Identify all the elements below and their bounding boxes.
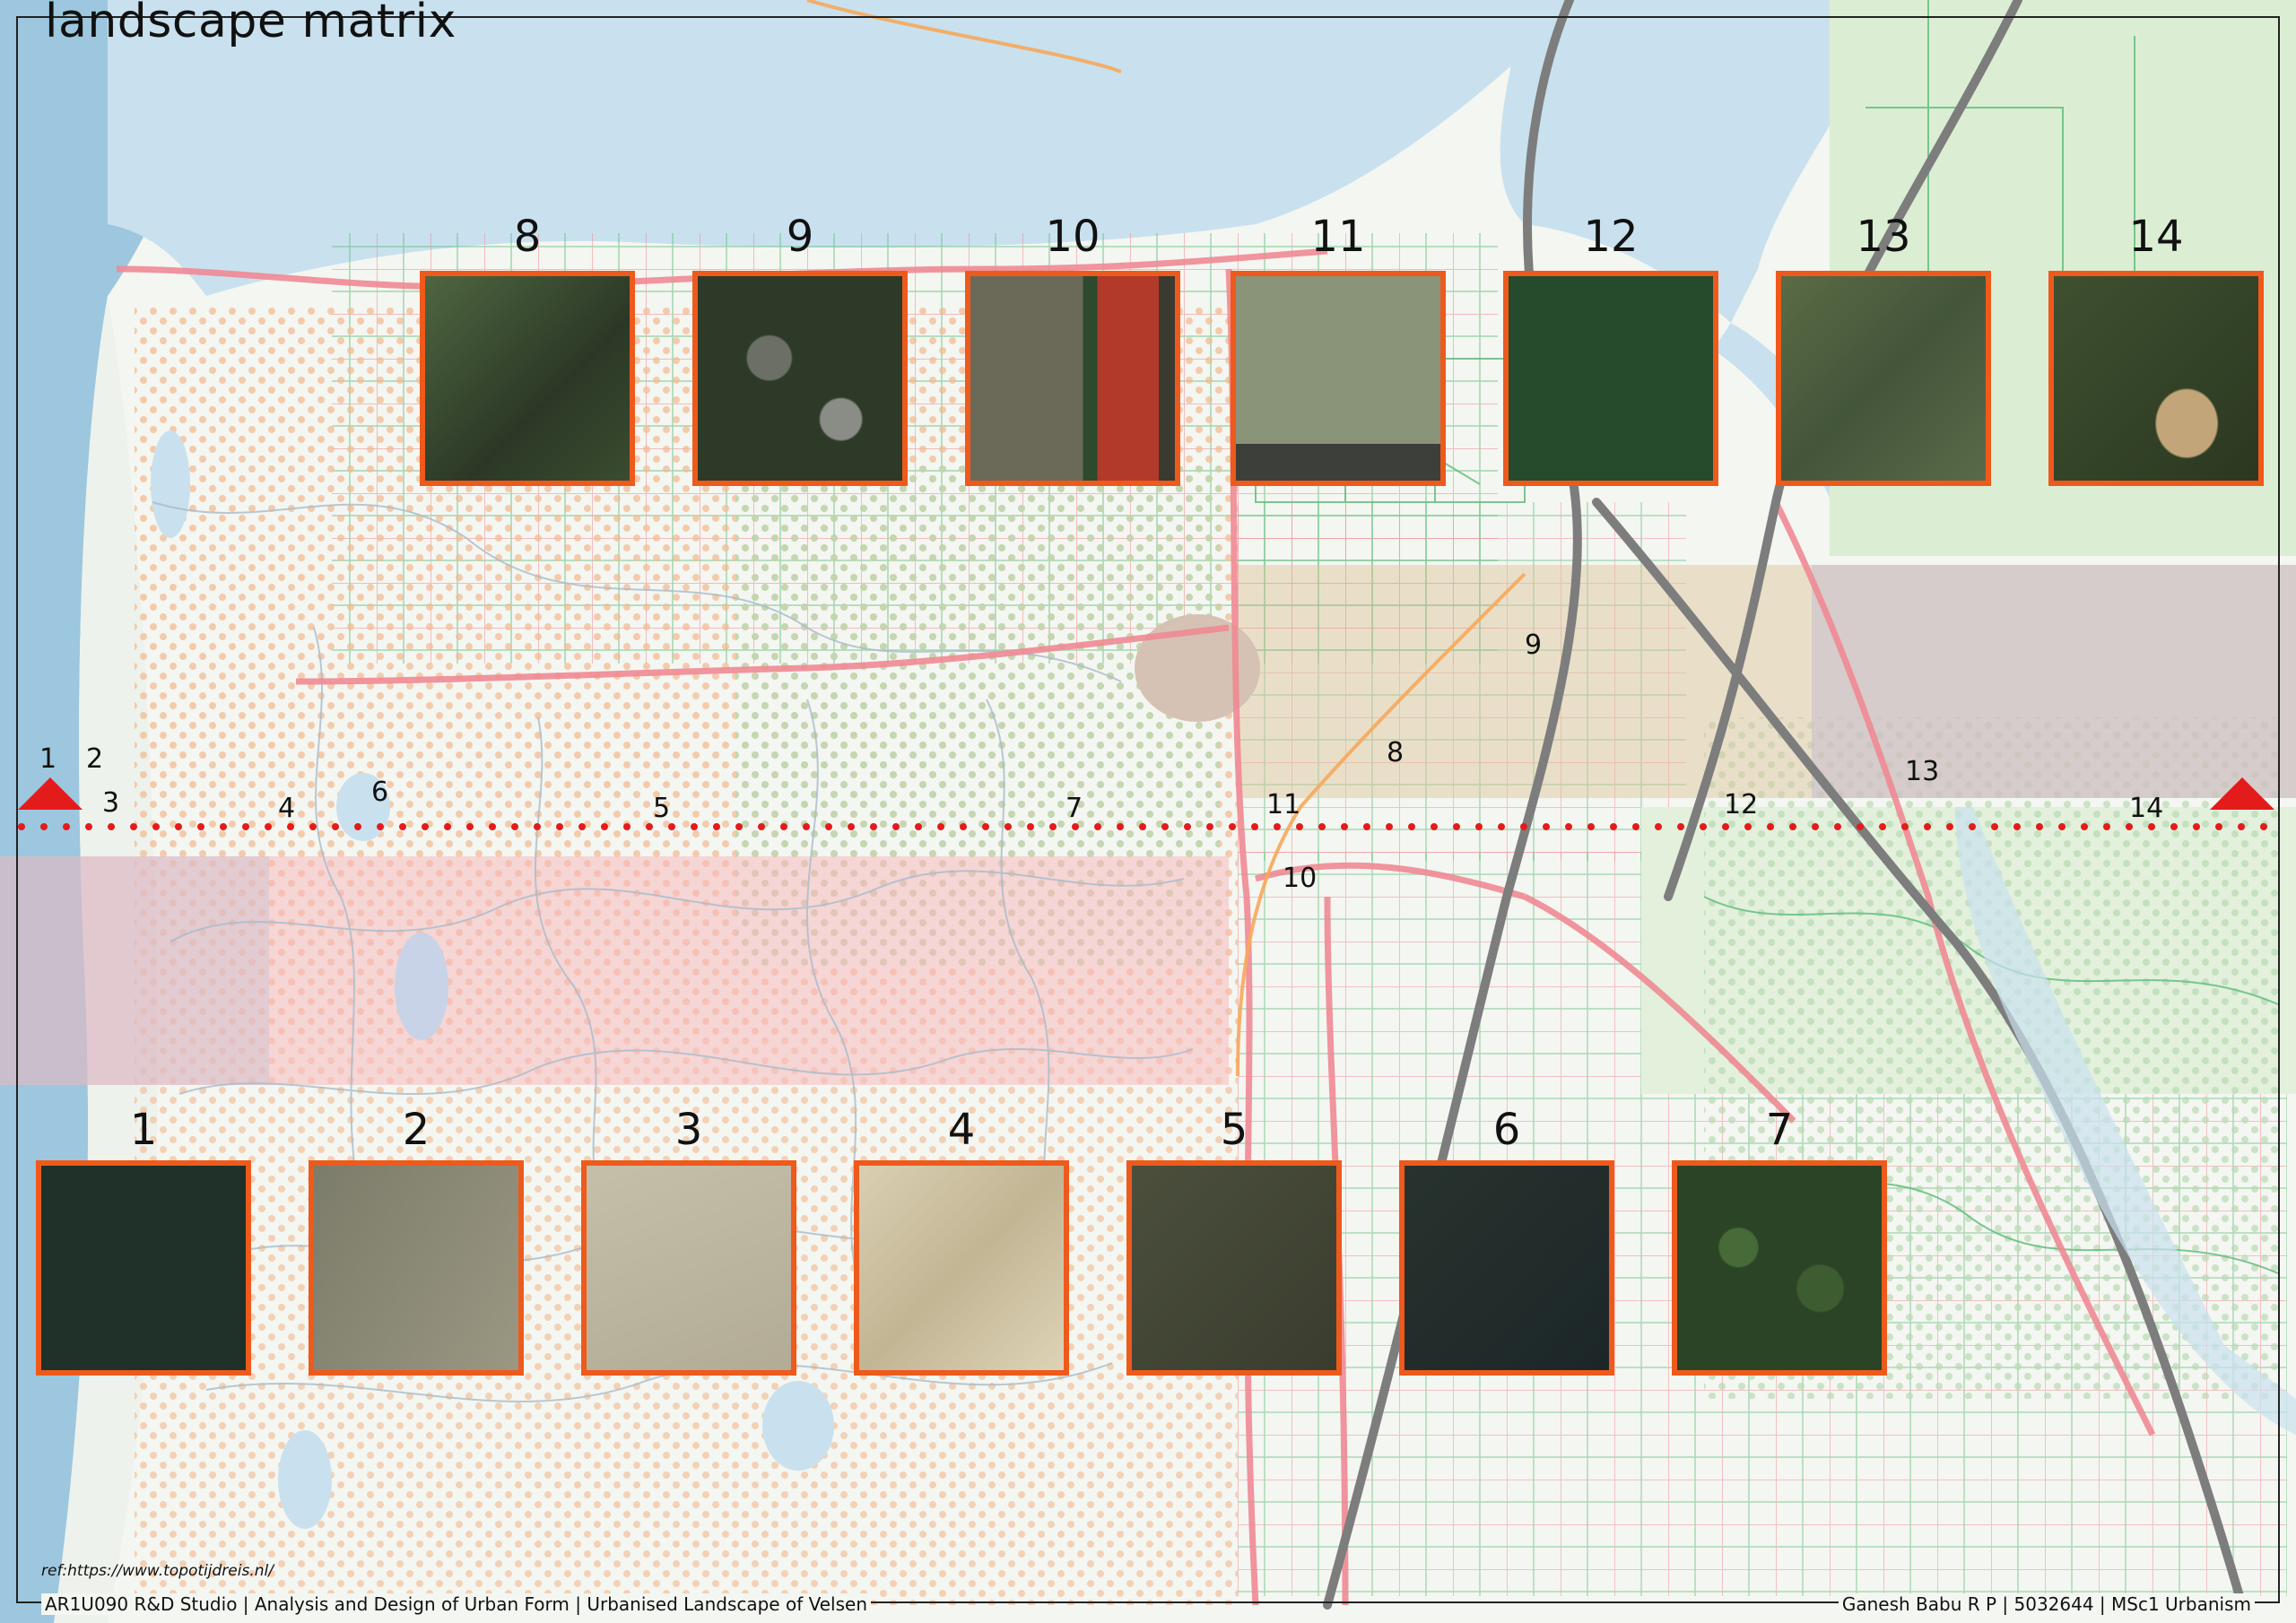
sample-image xyxy=(1399,1160,1614,1376)
sample-number: 8 xyxy=(513,212,542,262)
sample-number: 4 xyxy=(947,1105,976,1155)
sample-number: 11 xyxy=(1310,212,1366,262)
sample-image xyxy=(420,271,635,486)
sample-image xyxy=(1126,1160,1342,1376)
transect-label: 3 xyxy=(102,787,120,819)
sample-image xyxy=(2048,271,2264,486)
sample-number: 10 xyxy=(1045,212,1100,262)
sample-number: 14 xyxy=(2128,212,2184,262)
transect-label: 7 xyxy=(1065,793,1083,824)
transect-label: 8 xyxy=(1387,737,1405,768)
sample-number: 2 xyxy=(402,1105,430,1155)
sample-number: 12 xyxy=(1583,212,1639,262)
sample-image xyxy=(1776,271,1991,486)
sample-image xyxy=(965,271,1180,486)
page-title: landscape matrix xyxy=(45,0,457,48)
sample-image xyxy=(581,1160,796,1376)
transect-label: 11 xyxy=(1266,789,1301,820)
reference-source: ref:https://www.topotijdreis.nl/ xyxy=(41,1562,274,1580)
sample-image xyxy=(36,1160,251,1376)
footer-author-info: Ganesh Babu R P | 5032644 | MSc1 Urbanis… xyxy=(1838,1593,2255,1615)
transect-label: 13 xyxy=(1905,756,1940,787)
sample-number: 5 xyxy=(1220,1105,1248,1155)
transect-label: 5 xyxy=(653,793,671,824)
transect-end-marker-icon xyxy=(2210,777,2274,810)
transect-label: 6 xyxy=(371,777,389,808)
sample-number: 6 xyxy=(1492,1105,1521,1155)
transect-label: 9 xyxy=(1525,629,1543,661)
transect-label: 1 xyxy=(39,743,57,775)
footer-course-info: AR1U090 R&D Studio | Analysis and Design… xyxy=(41,1593,871,1615)
sample-image xyxy=(1672,1160,1887,1376)
sample-image xyxy=(854,1160,1069,1376)
sample-number: 9 xyxy=(786,212,814,262)
sample-image xyxy=(1231,271,1446,486)
transect-label: 12 xyxy=(1724,789,1759,820)
transect-label: 14 xyxy=(2129,793,2164,824)
transect-start-marker-icon xyxy=(18,777,83,810)
sample-number: 13 xyxy=(1856,212,1911,262)
sample-number: 1 xyxy=(129,1105,158,1155)
transect-label: 10 xyxy=(1283,863,1318,894)
sample-image xyxy=(309,1160,524,1376)
sample-number: 3 xyxy=(674,1105,703,1155)
sample-image xyxy=(692,271,908,486)
transect-label: 2 xyxy=(86,743,104,775)
sample-number: 7 xyxy=(1765,1105,1794,1155)
transect-label: 4 xyxy=(278,793,296,824)
sample-image xyxy=(1503,271,1718,486)
